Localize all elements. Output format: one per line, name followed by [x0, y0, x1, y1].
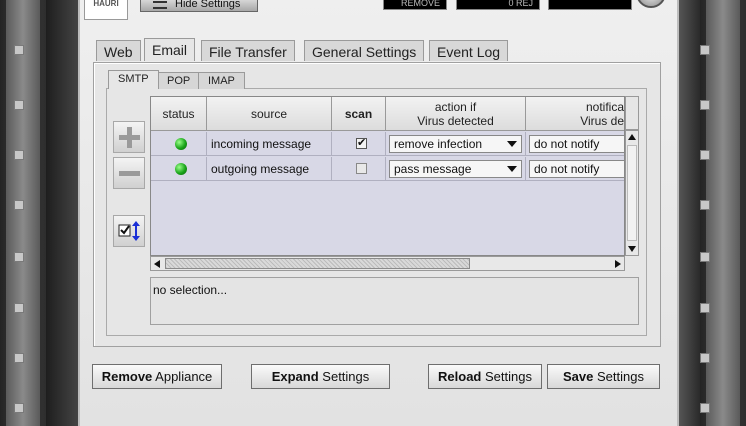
expand-settings-button[interactable]: Expand Settings: [251, 364, 390, 389]
scan-checkbox-checked[interactable]: ✔: [356, 138, 367, 149]
table-horizontal-scrollbar[interactable]: [150, 256, 625, 271]
save-settings-button[interactable]: Save Settings: [547, 364, 660, 389]
tab-web[interactable]: Web: [96, 40, 141, 61]
add-rule-button[interactable]: [113, 121, 145, 153]
brand-logo: HAURI: [84, 0, 128, 20]
rules-table: status source scan action if Virus detect…: [150, 96, 625, 256]
toggle-check-button[interactable]: [113, 215, 145, 247]
table-row-1-source[interactable]: incoming message: [207, 132, 332, 156]
column-header-action[interactable]: action if Virus detected: [386, 97, 526, 131]
lcd-display-middle: 0 REJ: [456, 0, 540, 10]
column-header-scan[interactable]: scan: [332, 97, 386, 131]
status-ok-icon: [175, 138, 187, 150]
scroll-down-icon[interactable]: [628, 246, 636, 252]
action-select[interactable]: remove infection: [389, 135, 522, 153]
subtab-imap[interactable]: IMAP: [198, 72, 245, 89]
table-row-2-status: [151, 157, 207, 181]
remove-appliance-button[interactable]: Remove Appliance: [92, 364, 222, 389]
action-select[interactable]: pass message: [389, 160, 522, 178]
lcd-display-left: REMOVE: [383, 0, 447, 10]
table-row-2-action: pass message: [386, 157, 526, 181]
notify-select[interactable]: do not notify: [529, 135, 624, 153]
table-row-1-status: [151, 132, 207, 156]
table-vertical-scrollbar[interactable]: [625, 130, 639, 256]
minus-icon: [119, 171, 140, 176]
check-toggle-icon: [118, 221, 140, 241]
column-header-notification[interactable]: notifica Virus de: [526, 97, 624, 131]
scan-checkbox-unchecked[interactable]: [356, 163, 367, 174]
tab-event-log[interactable]: Event Log: [429, 40, 509, 61]
table-row-1-scan: ✔: [332, 132, 386, 156]
selection-detail-text: no selection...: [153, 283, 228, 297]
tab-file-transfer[interactable]: File Transfer: [201, 40, 295, 61]
column-header-status[interactable]: status: [151, 97, 207, 131]
table-row-2-source[interactable]: outgoing message: [207, 157, 332, 181]
rack-rail-left: [0, 0, 46, 426]
subtab-pop[interactable]: POP: [157, 72, 201, 89]
hide-settings-button[interactable]: Hide Settings: [140, 0, 258, 12]
table-row-2-notify: do not notify: [526, 157, 624, 181]
subtab-smtp[interactable]: SMTP: [108, 70, 159, 89]
remove-rule-button[interactable]: [113, 157, 145, 189]
rack-rail-right: [700, 0, 746, 426]
scroll-up-icon[interactable]: [628, 134, 636, 140]
column-header-source[interactable]: source: [207, 97, 332, 131]
dropdown-arrow-icon: [507, 166, 517, 172]
status-ok-icon: [175, 163, 187, 175]
lcd-display-right: [548, 0, 632, 10]
notify-select[interactable]: do not notify: [529, 160, 624, 178]
table-row-1-notify: do not notify: [526, 132, 624, 156]
hamburger-icon: [153, 1, 167, 9]
tab-general-settings[interactable]: General Settings: [304, 40, 425, 61]
table-row-2-scan: [332, 157, 386, 181]
dropdown-arrow-icon: [507, 141, 517, 147]
reload-settings-button[interactable]: Reload Settings: [428, 364, 542, 389]
table-row-1-action: remove infection: [386, 132, 526, 156]
scroll-thumb[interactable]: [165, 258, 470, 269]
scroll-right-icon[interactable]: [615, 260, 621, 268]
tab-email[interactable]: Email: [144, 38, 196, 61]
scroll-left-icon[interactable]: [154, 260, 160, 268]
scroll-thumb[interactable]: [627, 145, 637, 241]
selection-detail-area: no selection...: [150, 277, 639, 325]
